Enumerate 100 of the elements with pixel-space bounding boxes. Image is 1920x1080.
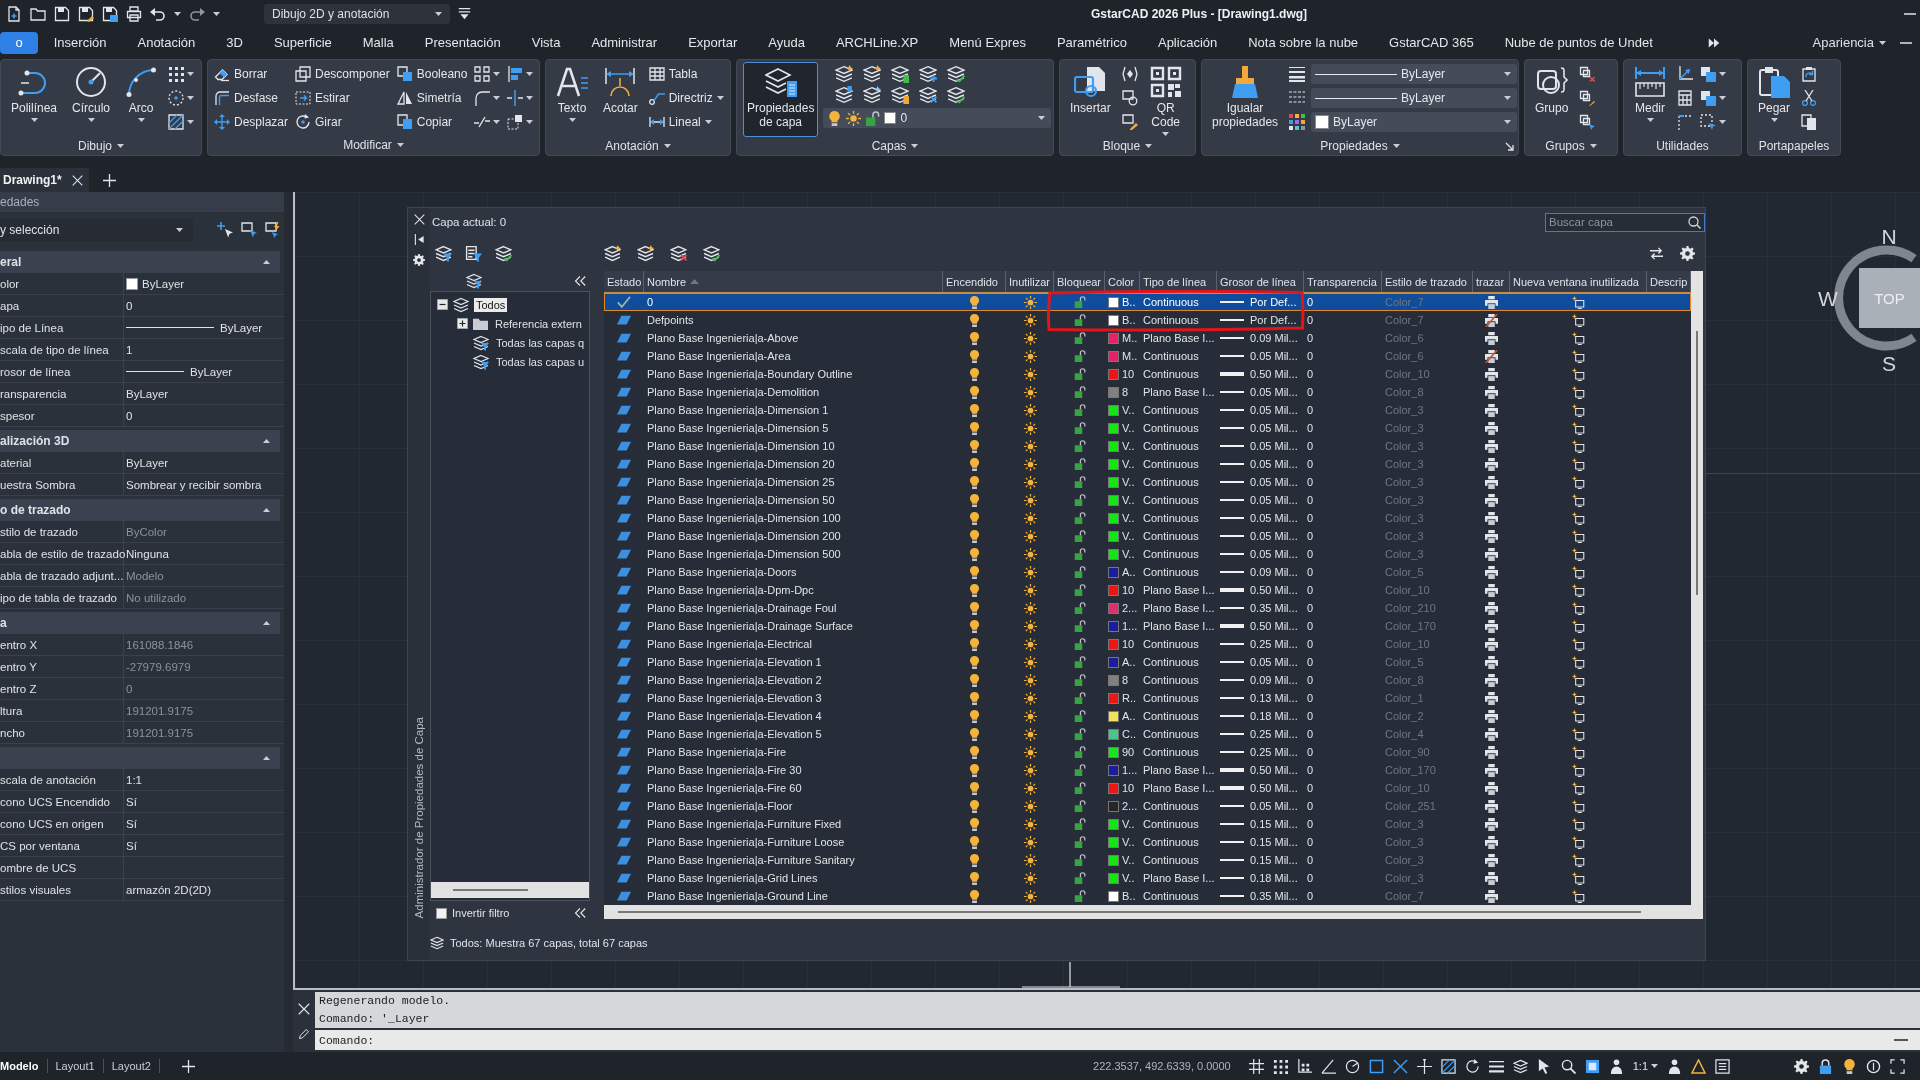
column-header[interactable]: Inutilizar	[1006, 271, 1054, 292]
frame-circle-icon[interactable]	[1121, 90, 1138, 106]
ribbon-button[interactable]: Círculo	[68, 62, 115, 137]
open-lock-icon[interactable]	[1073, 818, 1086, 830]
printer-icon[interactable]	[1485, 853, 1498, 867]
ribbon-tab[interactable]: o	[0, 31, 39, 54]
bulb-icon[interactable]	[968, 619, 981, 633]
crossed-printer-icon[interactable]	[1485, 313, 1498, 327]
select-objects-icon[interactable]	[241, 222, 257, 238]
ribbon-button[interactable]: Tabla	[648, 62, 724, 86]
color-swatch-icon[interactable]	[1108, 656, 1119, 668]
open-lock-icon[interactable]	[1073, 314, 1086, 326]
sun-icon[interactable]	[1023, 781, 1037, 795]
printer-icon[interactable]	[1485, 475, 1498, 489]
tree-node[interactable]: Todas las capas u	[494, 354, 587, 369]
caret-icon[interactable]	[1719, 72, 1726, 76]
color-swatch-icon[interactable]	[1108, 674, 1119, 686]
section-header[interactable]: alización 3D	[0, 430, 280, 452]
sun-monitor-icon[interactable]	[1572, 403, 1585, 417]
bulb-icon[interactable]	[968, 547, 981, 561]
caret-icon[interactable]	[493, 96, 501, 100]
sun-monitor-icon[interactable]	[1572, 475, 1585, 489]
axes-icon[interactable]	[1677, 66, 1693, 82]
list-icon[interactable]	[1715, 1058, 1730, 1074]
layer-icon[interactable]	[617, 457, 631, 471]
dashed-circle-icon[interactable]	[168, 90, 185, 106]
layer-icon[interactable]	[617, 511, 631, 525]
align-icon[interactable]	[507, 66, 524, 82]
crosshair-icon[interactable]	[1416, 1058, 1432, 1074]
printer-icon[interactable]	[1485, 727, 1498, 741]
printer-icon[interactable]	[1485, 799, 1498, 813]
color-swatch-icon[interactable]	[1108, 692, 1119, 704]
sun-monitor-icon[interactable]	[1572, 367, 1585, 381]
layer-check-icon[interactable]	[703, 245, 720, 262]
layer-stack-icon[interactable]	[1512, 1058, 1528, 1074]
layout-tab[interactable]: Layout2	[103, 1059, 160, 1073]
sun-monitor-icon[interactable]	[1572, 619, 1585, 633]
linetype-icon[interactable]	[1289, 90, 1306, 106]
layer-icon[interactable]	[617, 619, 631, 633]
open-lock-icon[interactable]	[1073, 296, 1086, 308]
open-lock-icon[interactable]	[1073, 548, 1086, 560]
sun-monitor-icon[interactable]	[1572, 439, 1585, 453]
tree-node[interactable]: Todas las capas q	[494, 335, 587, 350]
layer-stack-icon[interactable]	[863, 86, 882, 104]
caret-icon[interactable]	[1719, 120, 1726, 124]
snap-icon[interactable]	[1296, 1058, 1312, 1074]
layer-icon[interactable]	[617, 781, 631, 795]
compass-direction[interactable]: S	[1882, 352, 1896, 375]
ribbon-button[interactable]: Acotar	[599, 62, 642, 137]
caret-icon[interactable]	[1719, 96, 1726, 100]
layer-filter-icon[interactable]	[466, 273, 482, 289]
ribbon-button[interactable]: Directriz	[648, 86, 724, 110]
sun-icon[interactable]	[1023, 745, 1037, 759]
open-lock-icon[interactable]	[1073, 746, 1086, 758]
open-lock-icon[interactable]	[1073, 620, 1086, 632]
caret-icon[interactable]	[526, 120, 534, 124]
bracket-icon[interactable]	[1121, 66, 1138, 82]
bulb-icon[interactable]	[968, 691, 981, 705]
printer-icon[interactable]	[1485, 331, 1498, 345]
ribbon-tab[interactable]: Ayuda	[752, 31, 821, 54]
caret-icon[interactable]	[213, 11, 220, 16]
layer-icon[interactable]	[617, 655, 631, 669]
printer-icon[interactable]	[1485, 889, 1498, 903]
property-value[interactable]: Sí	[126, 817, 137, 830]
color-swatch-icon[interactable]	[1108, 530, 1119, 542]
open-lock-icon[interactable]	[1073, 530, 1086, 542]
triangle-icon[interactable]	[1691, 1058, 1706, 1074]
color-swatch-icon[interactable]	[1108, 314, 1119, 326]
filled-square-icon[interactable]	[1584, 1058, 1600, 1074]
panel-title[interactable]: Grupos	[1545, 139, 1597, 153]
cycle-icon[interactable]	[1464, 1058, 1480, 1074]
ribbon-tab[interactable]: Aplicación	[1142, 31, 1233, 54]
ribbon-tab[interactable]: Malla	[347, 31, 410, 54]
column-header[interactable]: Color	[1105, 271, 1140, 292]
printer-icon[interactable]	[1485, 421, 1498, 435]
printer-icon[interactable]	[1485, 457, 1498, 471]
sun-icon[interactable]	[1023, 385, 1037, 399]
bulb-icon[interactable]	[968, 583, 981, 597]
open-lock-icon[interactable]	[1073, 854, 1086, 866]
bulb-icon[interactable]	[968, 511, 981, 525]
quick-select-icon[interactable]	[265, 222, 281, 238]
caret-icon[interactable]	[187, 120, 195, 124]
bulb-icon[interactable]	[968, 475, 981, 489]
property-dropdown[interactable]: ByLayer	[1311, 88, 1518, 108]
open-lock-icon[interactable]	[1073, 332, 1086, 344]
ribbon-button[interactable]: Borrar	[214, 62, 289, 86]
bulb-icon[interactable]	[968, 403, 981, 417]
property-value[interactable]: 1:1	[126, 773, 142, 786]
lock-icon[interactable]	[1818, 1058, 1833, 1074]
open-lock-icon[interactable]	[1073, 494, 1086, 506]
layered-squares-icon[interactable]	[1700, 66, 1716, 82]
panel-title[interactable]: Dibujo	[78, 139, 124, 153]
polar-icon[interactable]	[1344, 1058, 1360, 1074]
sun-icon[interactable]	[1023, 691, 1037, 705]
layer-stack-icon[interactable]	[835, 65, 854, 83]
layer-icon[interactable]	[617, 493, 631, 507]
filter-list-icon[interactable]	[465, 245, 482, 262]
printer-icon[interactable]	[1485, 511, 1498, 525]
open-lock-icon[interactable]	[1073, 512, 1086, 524]
sun-monitor-icon[interactable]	[1572, 799, 1585, 813]
